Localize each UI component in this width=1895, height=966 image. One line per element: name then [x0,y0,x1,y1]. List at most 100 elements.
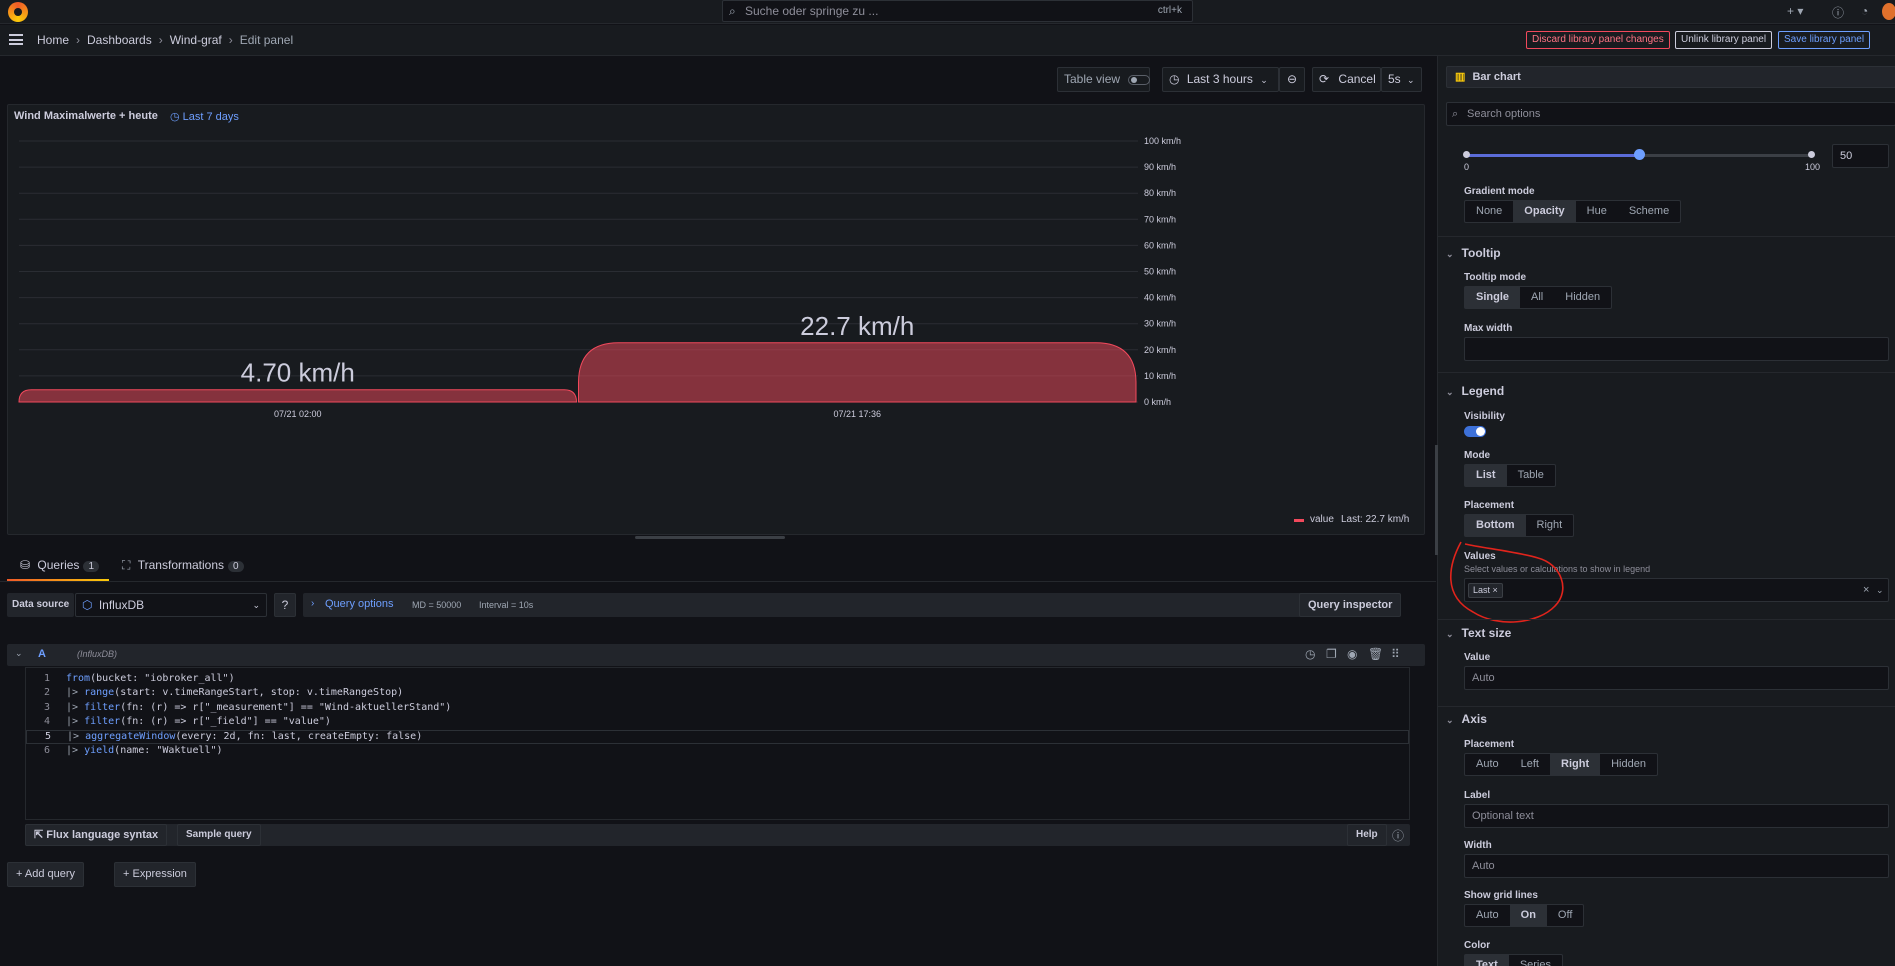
tab-queries[interactable]: ⛁ Queries 1 [20,558,99,572]
flux-query-editor[interactable]: 1 from(bucket: "iobroker_all") 2 |> range(s… [25,667,1410,820]
legend-placement-option-bottom[interactable]: Bottom [1465,515,1526,536]
options-search-input[interactable]: ⌕ Search options [1446,102,1895,126]
slider-value-input[interactable]: 50 [1832,144,1889,168]
trash-icon[interactable]: 🗑 [1368,647,1383,661]
tooltip-mode-option-all[interactable]: All [1520,287,1554,308]
time-range-picker[interactable]: ◷ Last 3 hours ⌄ [1162,67,1279,92]
query-ref-id[interactable]: A [38,648,46,660]
avatar[interactable] [1882,3,1895,20]
gradient-mode-option-none[interactable]: None [1465,201,1513,222]
query-inspector-button[interactable]: Query inspector [1299,593,1402,617]
code-line[interactable]: 3 |> filter(fn: (r) => r["_measurement"] … [26,702,1409,716]
news-icon[interactable]: ◔ [1861,4,1868,18]
tooltip-title: Tooltip [1461,246,1501,260]
grid-lines-option-auto[interactable]: Auto [1465,905,1510,926]
legend-placement-option-right[interactable]: Right [1526,515,1574,536]
axis-placement-option-hidden[interactable]: Hidden [1600,754,1657,775]
text-size-section-header[interactable]: ⌄ Text size [1446,626,1895,640]
legend-placement-radio[interactable]: Bottom Right [1464,514,1575,537]
query-options-bar[interactable]: › Query options MD = 50000 Interval = 10… [303,593,1314,617]
code-line[interactable]: 4 |> filter(fn: (r) => r["_field"] == "va… [26,716,1409,730]
y-tick-label: 20 km/h [1144,345,1176,355]
help-button[interactable]: Help [1347,824,1387,846]
query-datasource: (InfluxDB) [77,649,118,659]
add-expression-button[interactable]: + Expression [114,862,196,887]
grid-lines-radio[interactable]: Auto On Off [1464,904,1585,927]
unlink-library-panel-button[interactable]: Unlink library panel [1675,31,1773,49]
datasource-picker[interactable]: ⬡ InfluxDB ⌄ [75,593,267,617]
chevron-down-icon[interactable]: ⌄ [15,648,23,659]
fill-opacity-slider-track[interactable] [1463,149,1815,160]
line-number: 2 [43,687,50,699]
panel-preview: Wind Maximalwerte + heute ◷ Last 7 days … [7,104,1425,535]
legend-visibility-toggle[interactable] [1464,426,1486,437]
add-icon[interactable]: + ▾ [1787,4,1803,18]
axis-color-option-text[interactable]: Text [1465,955,1509,966]
code-line[interactable]: 2 |> range(start: v.timeRangeStart, stop:… [26,687,1409,701]
gradient-mode-radio[interactable]: None Opacity Hue Scheme [1464,200,1682,223]
grid-lines-option-off[interactable]: Off [1547,905,1583,926]
sample-query-button[interactable]: Sample query [177,824,261,846]
axis-label-input[interactable]: Optional text [1464,804,1889,828]
tooltip-mode-option-hidden[interactable]: Hidden [1554,287,1611,308]
legend-mode-radio[interactable]: List Table [1464,464,1556,487]
query-history-icon[interactable]: ◷ [1305,647,1315,661]
help-icon[interactable]: ⓘ [1832,4,1844,21]
splitter-handle[interactable] [1435,445,1438,555]
breadcrumb-home[interactable]: Home [37,33,69,47]
axis-width-input[interactable]: Auto [1464,854,1889,878]
legend-section-header[interactable]: ⌄ Legend [1446,384,1895,398]
zoom-out-button[interactable]: ⊖ [1279,67,1305,92]
legend-series-name[interactable]: value [1310,514,1334,525]
top-bar: ⌕ Suche oder springe zu ... ctrl+k + ▾ ⓘ… [0,0,1895,24]
grafana-logo-icon[interactable] [8,2,28,22]
axis-placement-radio[interactable]: Auto Left Right Hidden [1464,753,1658,776]
gradient-mode-option-opacity[interactable]: Opacity [1513,201,1576,222]
tooltip-section-header[interactable]: ⌄ Tooltip [1446,246,1895,260]
text-size-value-input[interactable]: Auto [1464,666,1889,690]
table-view-toggle[interactable]: Table view [1057,67,1150,92]
code-line[interactable]: 1 from(bucket: "iobroker_all") [26,673,1409,687]
pane-resize-handle[interactable] [635,536,785,539]
gradient-mode-option-scheme[interactable]: Scheme [1618,201,1680,222]
axis-placement-option-left[interactable]: Left [1510,754,1550,775]
legend-mode-option-table[interactable]: Table [1507,465,1555,486]
grid-lines-option-on[interactable]: On [1509,905,1547,926]
code-line[interactable]: 5 |> aggregateWindow(every: 2d, fn: last,… [26,730,1409,745]
clear-icon[interactable]: × [1863,579,1869,601]
visualization-picker[interactable]: ▥ Bar chart [1446,66,1895,88]
code-line[interactable]: 6 |> yield(name: "Waktuell") [26,745,1409,759]
bar [18,389,578,403]
discard-library-panel-button[interactable]: Discard library panel changes [1526,31,1670,49]
drag-handle-icon[interactable]: ⠿ [1391,647,1400,661]
gradient-mode-option-hue[interactable]: Hue [1576,201,1618,222]
slider-handle[interactable] [1633,149,1645,160]
refresh-interval-picker[interactable]: 5s ⌄ [1381,67,1422,92]
axis-color-radio[interactable]: Text Series [1464,954,1563,966]
y-tick-label: 50 km/h [1144,267,1176,277]
max-width-input[interactable] [1464,337,1889,361]
text-size-value-label: Value [1464,652,1491,663]
axis-placement-option-auto[interactable]: Auto [1465,754,1510,775]
flux-syntax-button[interactable]: ⇱ Flux language syntax [25,824,168,846]
info-icon[interactable]: ⓘ [1392,827,1404,844]
axis-color-option-series[interactable]: Series [1509,955,1562,966]
legend-mode-option-list[interactable]: List [1465,465,1507,486]
tab-transformations[interactable]: ⛶ Transformations 0 [122,558,244,573]
add-query-button[interactable]: + Add query [7,862,85,887]
tooltip-mode-radio[interactable]: Single All Hidden [1464,286,1613,309]
datasource-help-button[interactable]: ? [274,593,296,617]
chevron-down-icon[interactable]: ⌄ [1876,579,1884,601]
duplicate-icon[interactable]: ❐ [1326,647,1337,661]
search-input[interactable]: ⌕ Suche oder springe zu ... ctrl+k [722,0,1193,22]
eye-icon[interactable]: ◉ [1347,647,1357,661]
cancel-button[interactable]: ⟳ Cancel [1312,67,1381,92]
axis-section-header[interactable]: ⌄ Axis [1446,712,1895,726]
breadcrumb-dashboards[interactable]: Dashboards [87,33,152,47]
save-library-panel-button[interactable]: Save library panel [1778,31,1871,49]
tooltip-mode-option-single[interactable]: Single [1465,287,1521,308]
axis-placement-option-right[interactable]: Right [1550,754,1601,775]
menu-icon[interactable] [9,34,23,45]
query-a-header[interactable]: ⌄ A (InfluxDB) ◷ ❐ ◉ 🗑 ⠿ [7,644,1425,666]
breadcrumb-dashboard[interactable]: Wind-graf [170,33,222,47]
